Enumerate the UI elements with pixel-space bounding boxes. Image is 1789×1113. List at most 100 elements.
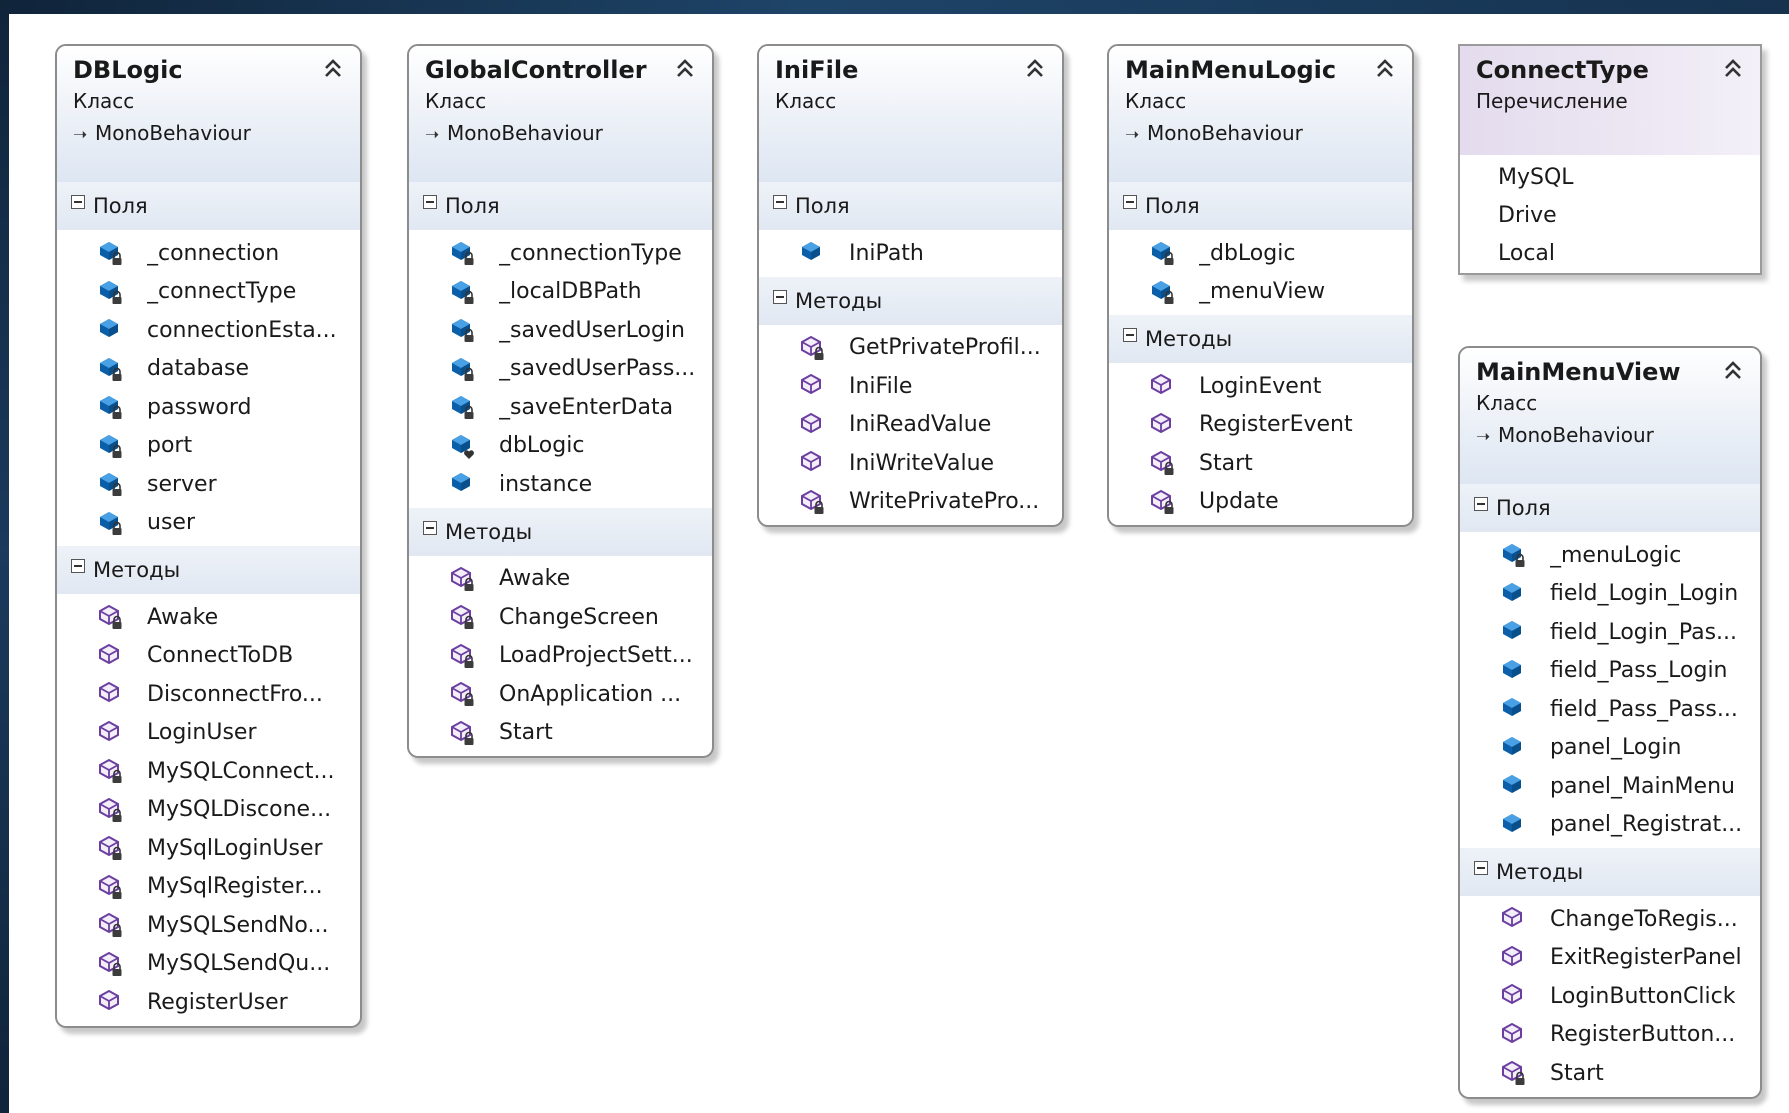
- method-item[interactable]: IniWriteValue: [759, 444, 1062, 483]
- private-method-icon: [799, 488, 827, 516]
- section-header-methods[interactable]: Методы: [57, 546, 360, 594]
- method-item[interactable]: RegisterUser: [57, 983, 360, 1022]
- section-header-fields[interactable]: Поля: [1460, 484, 1760, 532]
- field-item[interactable]: server: [57, 465, 360, 504]
- method-item[interactable]: Awake: [57, 598, 360, 637]
- method-item[interactable]: ChangeToRegis...: [1460, 900, 1760, 939]
- collapse-button[interactable]: [672, 56, 698, 82]
- field-item[interactable]: database: [57, 350, 360, 389]
- enum-value-item[interactable]: Local: [1460, 235, 1760, 273]
- public-method-icon: [1500, 982, 1528, 1010]
- member-name: panel_MainMenu: [1550, 773, 1735, 799]
- field-item[interactable]: _menuView: [1109, 273, 1412, 312]
- method-item[interactable]: MySQLConnect...: [57, 752, 360, 791]
- method-item[interactable]: RegisterButton...: [1460, 1016, 1760, 1055]
- section-header-fields[interactable]: Поля: [759, 182, 1062, 230]
- private-field-icon: [97, 509, 125, 537]
- inheritance-arrow-icon: ➝: [425, 125, 440, 145]
- field-item[interactable]: panel_MainMenu: [1460, 767, 1760, 806]
- method-item[interactable]: DisconnectFro...: [57, 675, 360, 714]
- class-box-mainmenuview: MainMenuView Класс ➝ MonoBehaviour Поля _menu…: [1458, 346, 1762, 1099]
- private-method-icon: [799, 334, 827, 362]
- field-item[interactable]: field_Pass_Login: [1460, 652, 1760, 691]
- field-item[interactable]: panel_Registrat...: [1460, 806, 1760, 845]
- field-item[interactable]: _saveEnterData: [409, 388, 712, 427]
- method-item[interactable]: GetPrivateProfil...: [759, 329, 1062, 368]
- field-item[interactable]: _menuLogic: [1460, 536, 1760, 575]
- public-method-icon: [799, 449, 827, 477]
- method-item[interactable]: IniReadValue: [759, 406, 1062, 445]
- field-item[interactable]: user: [57, 504, 360, 543]
- section-header-fields[interactable]: Поля: [409, 182, 712, 230]
- collapse-button[interactable]: [1022, 56, 1048, 82]
- method-item[interactable]: Start: [1460, 1054, 1760, 1093]
- section-header-fields[interactable]: Поля: [57, 182, 360, 230]
- field-item[interactable]: port: [57, 427, 360, 466]
- method-item[interactable]: LoginEvent: [1109, 367, 1412, 406]
- collapse-button[interactable]: [1720, 56, 1746, 82]
- section-header-methods[interactable]: Методы: [759, 276, 1062, 325]
- minus-box-icon[interactable]: [1123, 195, 1137, 209]
- collapse-button[interactable]: [1720, 358, 1746, 384]
- minus-box-icon[interactable]: [423, 195, 437, 209]
- section-header-methods[interactable]: Методы: [1460, 848, 1760, 896]
- enum-value-item[interactable]: MySQL: [1460, 159, 1760, 197]
- enum-value-item[interactable]: Drive: [1460, 197, 1760, 235]
- method-item[interactable]: RegisterEvent: [1109, 406, 1412, 445]
- field-item[interactable]: field_Login_Login: [1460, 575, 1760, 614]
- minus-box-icon[interactable]: [423, 520, 437, 535]
- method-item[interactable]: ExitRegisterPanel: [1460, 939, 1760, 978]
- method-item[interactable]: MySQLSendQu...: [57, 945, 360, 984]
- method-item[interactable]: LoginUser: [57, 714, 360, 753]
- field-item[interactable]: _savedUserLogin: [409, 311, 712, 350]
- method-item[interactable]: LoginButtonClick: [1460, 977, 1760, 1016]
- minus-box-icon[interactable]: [773, 195, 787, 209]
- minus-box-icon[interactable]: [1474, 497, 1488, 511]
- field-item[interactable]: _localDBPath: [409, 273, 712, 312]
- field-item[interactable]: _connectionType: [409, 234, 712, 273]
- field-item[interactable]: field_Pass_Pass...: [1460, 690, 1760, 729]
- method-item[interactable]: MySqlRegister...: [57, 868, 360, 907]
- method-item[interactable]: Awake: [409, 560, 712, 599]
- method-item[interactable]: Start: [409, 714, 712, 753]
- field-item[interactable]: instance: [409, 465, 712, 504]
- minus-box-icon[interactable]: [71, 195, 85, 209]
- field-item[interactable]: password: [57, 388, 360, 427]
- method-item[interactable]: MySqlLoginUser: [57, 829, 360, 868]
- method-item[interactable]: IniFile: [759, 367, 1062, 406]
- method-item[interactable]: MySQLSendNo...: [57, 906, 360, 945]
- member-name: MySQLSendNo...: [147, 912, 329, 938]
- private-field-icon: [97, 393, 125, 421]
- member-name: field_Pass_Pass...: [1550, 696, 1738, 722]
- section-header-fields[interactable]: Поля: [1109, 182, 1412, 230]
- section-header-methods[interactable]: Методы: [1109, 315, 1412, 363]
- field-item[interactable]: panel_Login: [1460, 729, 1760, 768]
- method-item[interactable]: Start: [1109, 444, 1412, 483]
- minus-box-icon[interactable]: [71, 559, 85, 573]
- method-item[interactable]: MySQLDiscone...: [57, 791, 360, 830]
- method-item[interactable]: ChangeScreen: [409, 598, 712, 637]
- method-item[interactable]: LoadProjectSett...: [409, 637, 712, 676]
- field-item[interactable]: _connection: [57, 234, 360, 273]
- private-method-icon: [97, 950, 125, 978]
- section-header-methods[interactable]: Методы: [409, 507, 712, 556]
- field-item[interactable]: _dbLogic: [1109, 234, 1412, 273]
- field-item[interactable]: _connectType: [57, 273, 360, 312]
- member-name: password: [147, 394, 252, 420]
- collapse-button[interactable]: [1372, 56, 1398, 82]
- member-name: _localDBPath: [499, 279, 642, 305]
- method-item[interactable]: WritePrivatePro...: [759, 483, 1062, 522]
- field-item[interactable]: _savedUserPass...: [409, 350, 712, 389]
- minus-box-icon[interactable]: [1123, 328, 1137, 342]
- method-item[interactable]: Update: [1109, 483, 1412, 522]
- member-name: DisconnectFro...: [147, 681, 323, 707]
- collapse-button[interactable]: [320, 56, 346, 82]
- minus-box-icon[interactable]: [773, 289, 787, 304]
- method-item[interactable]: OnApplication ...: [409, 675, 712, 714]
- field-item[interactable]: dbLogic: [409, 427, 712, 466]
- method-item[interactable]: ConnectToDB: [57, 637, 360, 676]
- minus-box-icon[interactable]: [1474, 861, 1488, 875]
- field-item[interactable]: IniPath: [759, 234, 1062, 273]
- field-item[interactable]: field_Login_Pas...: [1460, 613, 1760, 652]
- field-item[interactable]: connectionEsta...: [57, 311, 360, 350]
